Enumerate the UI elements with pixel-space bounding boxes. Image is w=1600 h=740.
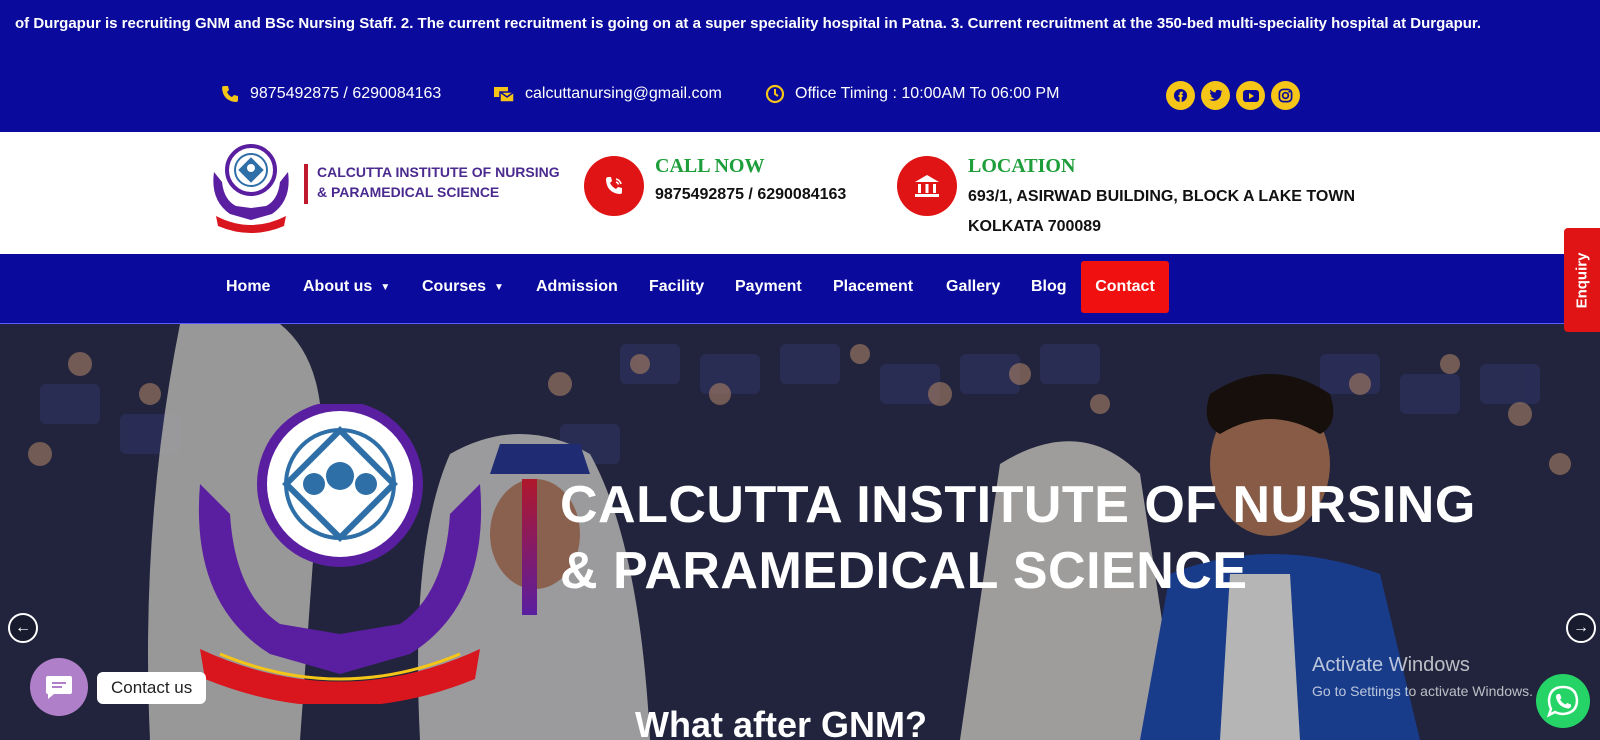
youtube-icon[interactable] — [1236, 81, 1265, 110]
enquiry-label: Enquiry — [1573, 252, 1591, 308]
nav-blog-label: Blog — [1031, 278, 1067, 295]
topbar-email-text: calcuttanursing@gmail.com — [525, 85, 722, 102]
nav-facility[interactable]: Facility — [649, 278, 704, 296]
nav-blog[interactable]: Blog — [1031, 278, 1067, 296]
ticker-text: of Durgapur is recruiting GNM and BSc Nu… — [15, 15, 1482, 32]
topbar-timing: Office Timing : 10:00AM To 06:00 PM — [765, 84, 1059, 104]
institute-logo[interactable] — [208, 142, 294, 234]
nav-payment[interactable]: Payment — [735, 278, 802, 296]
contact-chat-button[interactable] — [30, 658, 88, 716]
nav-about-label: About us — [303, 278, 373, 295]
nav-admission[interactable]: Admission — [536, 278, 618, 296]
topbar-email[interactable]: calcuttanursing@gmail.com — [493, 84, 722, 104]
logo-line-1: CALCUTTA INSTITUTE OF NURSING — [317, 164, 560, 180]
nav-placement-label: Placement — [833, 278, 914, 295]
nav-courses-label: Courses — [422, 278, 487, 295]
chat-icon — [46, 676, 72, 699]
hero-title-line-1: CALCUTTA INSTITUTE OF NURSING — [560, 476, 1476, 534]
windows-activation-title: Activate Windows — [1312, 654, 1470, 676]
windows-activation-subtitle: Go to Settings to activate Windows. — [1312, 683, 1533, 699]
nav-courses[interactable]: Courses ▼ — [422, 278, 504, 296]
nav-gallery-label: Gallery — [946, 278, 1001, 295]
nav-facility-label: Facility — [649, 278, 705, 295]
nav-home[interactable]: Home — [226, 278, 270, 296]
top-bar: 9875492875 / 6290084163 calcuttanursing@… — [0, 48, 1600, 132]
bank-icon — [897, 156, 957, 216]
chevron-down-icon: ▼ — [380, 281, 391, 293]
nav-admission-label: Admission — [536, 278, 618, 295]
logo-divider — [304, 164, 308, 204]
facebook-icon[interactable] — [1166, 81, 1195, 110]
hero-title-accent-bar — [522, 479, 537, 615]
whatsapp-button[interactable] — [1536, 674, 1590, 728]
slider-next-arrow-icon[interactable]: → — [1566, 613, 1596, 643]
logo-text[interactable]: CALCUTTA INSTITUTE OF NURSING & PARAMEDI… — [317, 162, 560, 202]
nav-contact-button[interactable]: Contact — [1081, 261, 1169, 313]
location-line-1: 693/1, ASIRWAD BUILDING, BLOCK A LAKE TO… — [968, 188, 1355, 205]
hero-institute-emblem — [198, 404, 482, 704]
email-icon — [494, 87, 515, 103]
phone-icon — [222, 86, 238, 102]
nav-placement[interactable]: Placement — [833, 278, 913, 296]
nav-home-label: Home — [226, 278, 271, 295]
site-header: CALCUTTA INSTITUTE OF NURSING & PARAMEDI… — [0, 132, 1600, 254]
nav-gallery[interactable]: Gallery — [946, 278, 1000, 296]
topbar-phone[interactable]: 9875492875 / 6290084163 — [220, 84, 441, 104]
logo-line-2: & PARAMEDICAL SCIENCE — [317, 184, 500, 200]
hero-subtitle: What after GNM? — [635, 704, 927, 740]
slider-prev-arrow-icon[interactable]: ← — [8, 613, 38, 643]
windows-activation-watermark: Activate Windows Go to Settings to activ… — [1312, 654, 1533, 699]
nav-payment-label: Payment — [735, 278, 802, 295]
topbar-timing-text: Office Timing : 10:00AM To 06:00 PM — [795, 85, 1060, 102]
call-now-title: CALL NOW — [655, 155, 765, 177]
topbar-phone-text: 9875492875 / 6290084163 — [250, 85, 442, 102]
main-nav: Home About us ▼ Courses ▼ Admission Facili… — [0, 254, 1600, 324]
clock-icon — [765, 84, 785, 104]
whatsapp-icon — [1546, 685, 1579, 718]
hero-title-line-2: & PARAMEDICAL SCIENCE — [560, 542, 1248, 600]
news-ticker: of Durgapur is recruiting GNM and BSc Nu… — [0, 0, 1600, 48]
location-title: LOCATION — [968, 155, 1076, 177]
nav-about[interactable]: About us ▼ — [303, 278, 390, 296]
call-now-number[interactable]: 9875492875 / 6290084163 — [655, 186, 846, 204]
instagram-icon[interactable] — [1271, 81, 1300, 110]
chevron-down-icon: ▼ — [494, 281, 504, 293]
enquiry-tab[interactable]: Enquiry — [1564, 228, 1600, 332]
contact-us-label[interactable]: Contact us — [97, 672, 207, 704]
location-line-2: KOLKATA 700089 — [968, 218, 1102, 235]
hero-title: CALCUTTA INSTITUTE OF NURSING & PARAMEDI… — [560, 472, 1476, 604]
twitter-icon[interactable] — [1201, 81, 1230, 110]
phone-icon — [584, 156, 644, 216]
